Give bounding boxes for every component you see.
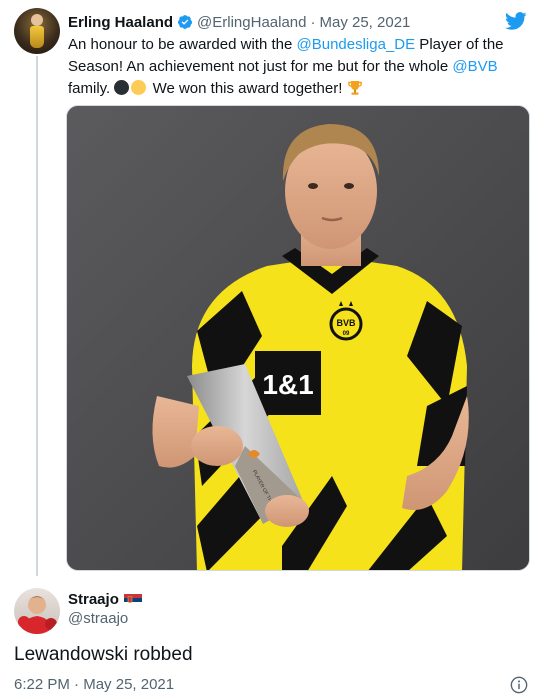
avatar[interactable] bbox=[14, 588, 60, 634]
reply-author: Straajo bbox=[68, 591, 142, 608]
quoted-tweet[interactable]: Erling Haaland @ErlingHaaland · May 25, … bbox=[0, 0, 544, 580]
serbia-flag-icon bbox=[123, 593, 142, 606]
sponsor-text: 1&1 bbox=[262, 369, 313, 400]
avatar-head bbox=[31, 14, 43, 26]
tweet-date[interactable]: May 25, 2021 bbox=[319, 14, 410, 31]
tweet-text: An honour to be awarded with the @Bundes… bbox=[68, 34, 528, 100]
reply-tweet[interactable]: Straajo @straajo Lewandowski robbed 6:22… bbox=[0, 580, 544, 699]
meta-separator: · bbox=[74, 676, 80, 693]
author-name[interactable]: Erling Haaland bbox=[68, 14, 173, 31]
header-separator: · bbox=[310, 13, 316, 31]
mention-bvb[interactable]: @BVB bbox=[452, 58, 497, 75]
thread-line bbox=[36, 56, 38, 576]
twitter-bird-icon[interactable] bbox=[504, 10, 528, 32]
avatar-trophy bbox=[30, 26, 44, 48]
crest-text: BVB bbox=[336, 318, 356, 328]
reply-text: Lewandowski robbed bbox=[14, 644, 193, 665]
author-handle[interactable]: @ErlingHaaland bbox=[197, 14, 306, 31]
tweet-text-part4: We won this award together! bbox=[148, 80, 347, 97]
author-handle[interactable]: @straajo bbox=[68, 610, 128, 627]
tweet-date: May 25, 2021 bbox=[83, 676, 175, 693]
crest-year: 09 bbox=[343, 331, 350, 337]
verified-badge-icon bbox=[178, 15, 193, 29]
tweet-timestamp[interactable]: 6:22 PM · May 25, 2021 bbox=[14, 676, 174, 693]
tweet-text-part3: family. bbox=[68, 80, 115, 97]
tweet-photo[interactable]: 1&1 BVB 09 PLAYER OF THE SEASON bbox=[66, 105, 530, 571]
tweet-text-part1: An honour to be awarded with the bbox=[68, 36, 297, 53]
yellow-circle-icon bbox=[131, 80, 147, 95]
trophy-emoji-icon bbox=[347, 81, 362, 95]
tweet-time: 6:22 PM bbox=[14, 676, 70, 693]
author-name[interactable]: Straajo bbox=[68, 591, 119, 608]
info-icon[interactable] bbox=[510, 676, 528, 694]
black-circle-icon bbox=[114, 80, 130, 95]
photo-illustration: 1&1 BVB 09 PLAYER OF THE SEASON bbox=[67, 106, 529, 570]
tweet-header: Erling Haaland @ErlingHaaland · May 25, … bbox=[68, 12, 410, 32]
mention-bundesliga[interactable]: @Bundesliga_DE bbox=[297, 36, 416, 53]
avatar[interactable] bbox=[14, 8, 60, 54]
avatar-illustration bbox=[18, 596, 57, 634]
